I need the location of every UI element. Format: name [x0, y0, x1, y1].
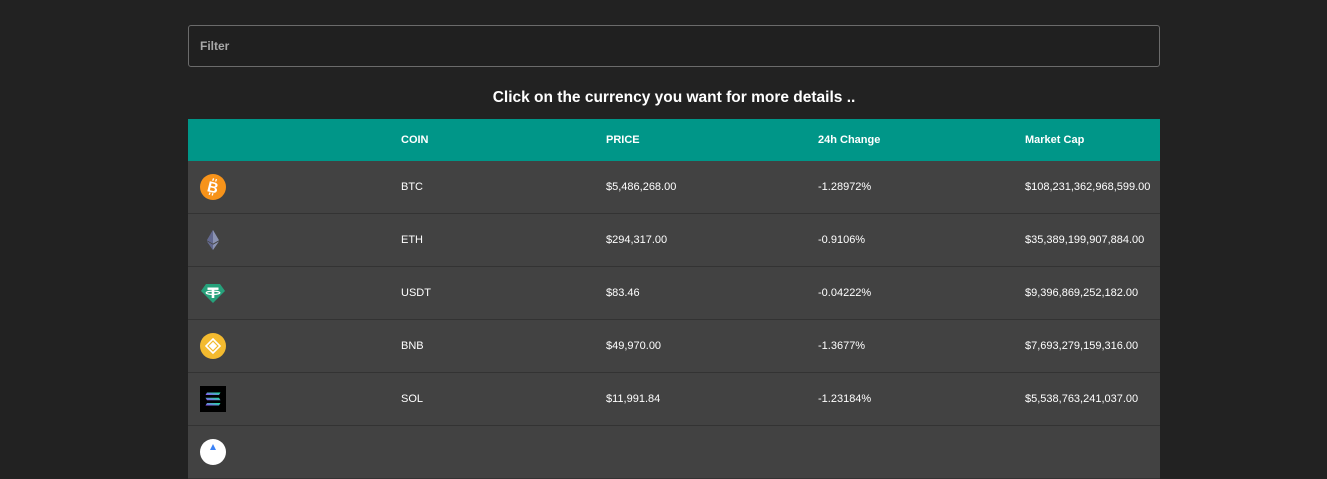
coin-price: $11,991.84 — [606, 393, 661, 405]
coin-24h-change: -1.3677% — [818, 340, 866, 352]
coin-market-cap: $5,538,763,241,037.00 — [1025, 393, 1139, 405]
coin-symbol: USDT — [401, 287, 431, 299]
coin-24h-change: -1.28972% — [818, 181, 872, 193]
table-row[interactable] — [188, 426, 1160, 479]
ethereum-icon — [200, 227, 226, 253]
coin-symbol: BNB — [401, 340, 424, 352]
header-price: PRICE — [606, 134, 640, 146]
filter-field[interactable] — [188, 25, 1160, 67]
filter-input[interactable] — [189, 26, 1159, 66]
table-header: COIN PRICE 24h Change Market Cap — [188, 119, 1160, 161]
header-market-cap: Market Cap — [1025, 134, 1085, 146]
coin-market-cap: $7,693,279,159,316.00 — [1025, 340, 1139, 352]
main-container: Click on the currency you want for more … — [188, 0, 1160, 479]
coin-market-cap: $108,231,362,968,599.00 — [1025, 181, 1151, 193]
coin-24h-change: -0.9106% — [818, 234, 866, 246]
coin-price: $49,970.00 — [606, 340, 662, 352]
coin-symbol: BTC — [401, 181, 423, 193]
instruction-text: Click on the currency you want for more … — [492, 89, 856, 106]
table-row[interactable]: USDT $83.46 -0.04222% $9,396,869,252,182… — [188, 267, 1160, 320]
table-row[interactable]: B BTC $5,486,268.00 -1.28972% $108,231,3… — [188, 161, 1160, 214]
coin-price: $5,486,268.00 — [606, 181, 677, 193]
coin-24h-change: -0.04222% — [818, 287, 872, 299]
table-row[interactable]: BNB $49,970.00 -1.3677% $7,693,279,159,3… — [188, 320, 1160, 373]
solana-icon — [200, 386, 226, 412]
table-row[interactable]: SOL $11,991.84 -1.23184% $5,538,763,241,… — [188, 373, 1160, 426]
coin-24h-change: -1.23184% — [818, 393, 872, 405]
currency-table: COIN PRICE 24h Change Market Cap B BTC $… — [188, 119, 1160, 479]
tether-icon — [200, 280, 226, 306]
bnb-icon — [200, 333, 226, 359]
header-coin: COIN — [401, 134, 429, 146]
coin-price: $294,317.00 — [606, 234, 668, 246]
table-row[interactable]: ETH $294,317.00 -0.9106% $35,389,199,907… — [188, 214, 1160, 267]
coin-market-cap: $35,389,199,907,884.00 — [1025, 234, 1145, 246]
coin-price: $83.46 — [606, 287, 640, 299]
coin-symbol: ETH — [401, 234, 423, 246]
bitcoin-icon: B — [200, 174, 226, 200]
coin-market-cap: $9,396,869,252,182.00 — [1025, 287, 1139, 299]
coin-icon — [200, 439, 226, 465]
header-24h-change: 24h Change — [818, 134, 881, 146]
coin-symbol: SOL — [401, 393, 424, 405]
